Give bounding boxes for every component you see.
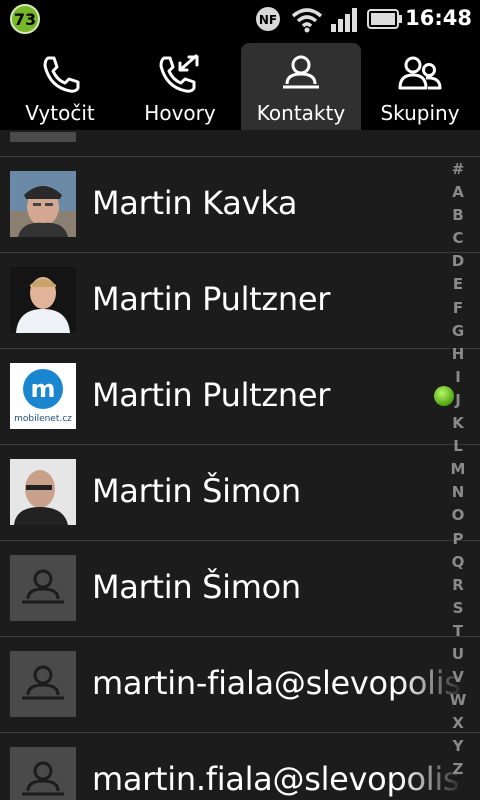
index-letter[interactable]: M [446, 460, 470, 483]
contact-row[interactable]: martin.fiala@slevopolis. [0, 732, 480, 800]
tab-calls[interactable]: Hovory [120, 38, 240, 130]
index-letter[interactable]: E [446, 275, 470, 298]
index-letter[interactable]: G [446, 322, 470, 345]
contact-name: Martin Kavka [92, 184, 298, 222]
person-placeholder-icon [10, 555, 76, 621]
contact-name: Martin Šimon [92, 568, 301, 606]
svg-text:NF: NF [259, 13, 277, 27]
index-letter[interactable]: R [446, 576, 470, 599]
contact-list[interactable]: Martin Kavka Martin Pultzner m mobilenet… [0, 130, 480, 800]
person-placeholder-icon [10, 747, 76, 800]
tab-contacts[interactable]: Kontakty [241, 43, 361, 130]
person-placeholder-icon [10, 651, 76, 717]
mobilenet-logo-avatar: m mobilenet.cz [10, 363, 76, 429]
contact-photo [10, 171, 76, 237]
wifi-icon [291, 8, 323, 33]
battery-icon [367, 9, 402, 29]
index-letter[interactable]: X [446, 714, 470, 737]
index-letter[interactable]: S [446, 599, 470, 622]
contact-row[interactable]: m mobilenet.cz Martin Pultzner [0, 348, 480, 444]
scroll-position-indicator [434, 386, 454, 406]
index-letter[interactable]: Z [446, 760, 470, 783]
alphabet-index[interactable]: # A B C D E F G H I J K L M N O P Q R S T U V W X Y Z [446, 160, 470, 784]
index-letter[interactable]: B [446, 206, 470, 229]
index-letter[interactable]: Y [446, 737, 470, 760]
index-letter[interactable]: O [446, 506, 470, 529]
status-bar: 73 NF 16:48 [0, 0, 480, 38]
contact-photo [10, 459, 76, 525]
index-letter[interactable]: # [446, 160, 470, 183]
nfc-icon: NF [256, 7, 280, 31]
index-letter[interactable]: F [446, 299, 470, 322]
logo-text: mobilenet.cz [14, 414, 72, 424]
tab-bar: Vytočit Hovory Kontakty Skupiny [0, 38, 480, 130]
index-letter[interactable]: K [446, 414, 470, 437]
index-letter[interactable]: W [446, 691, 470, 714]
contact-row[interactable]: Martin Šimon [0, 444, 480, 540]
group-icon [398, 56, 442, 90]
call-log-icon [159, 54, 199, 93]
contact-name: Martin Pultzner [92, 280, 331, 318]
contact-name: Martin Pultzner [92, 376, 331, 414]
contact-photo [10, 267, 76, 333]
index-letter[interactable]: V [446, 668, 470, 691]
index-letter[interactable]: U [446, 645, 470, 668]
index-letter[interactable]: A [446, 183, 470, 206]
contact-row[interactable]: Martin Šimon [0, 540, 480, 636]
tab-label: Vytočit [25, 101, 95, 125]
tab-groups[interactable]: Skupiny [360, 38, 480, 130]
contact-row[interactable]: Martin Pultzner [0, 252, 480, 348]
contact-row[interactable]: Martin Kavka [0, 156, 480, 252]
tab-dial[interactable]: Vytočit [0, 38, 120, 130]
notification-badge[interactable]: 73 [10, 4, 40, 34]
phone-icon [43, 56, 80, 93]
index-letter[interactable]: Q [446, 553, 470, 576]
index-letter[interactable]: P [446, 530, 470, 553]
svg-text:m: m [30, 375, 55, 403]
tab-label: Skupiny [380, 101, 460, 125]
index-letter[interactable]: L [446, 437, 470, 460]
contact-name: Martin Šimon [92, 472, 301, 510]
index-letter[interactable]: D [446, 252, 470, 275]
tab-label: Kontakty [256, 101, 346, 125]
signal-icon [331, 8, 357, 32]
index-letter[interactable]: T [446, 622, 470, 645]
tab-label: Hovory [144, 101, 216, 125]
index-letter[interactable]: N [446, 483, 470, 506]
status-clock: 16:48 [405, 6, 472, 30]
index-letter[interactable]: H [446, 345, 470, 368]
index-letter[interactable]: C [446, 229, 470, 252]
previous-row-avatar [10, 132, 76, 142]
person-icon [283, 55, 319, 89]
contact-row[interactable]: martin-fiala@slevopolis. [0, 636, 480, 732]
